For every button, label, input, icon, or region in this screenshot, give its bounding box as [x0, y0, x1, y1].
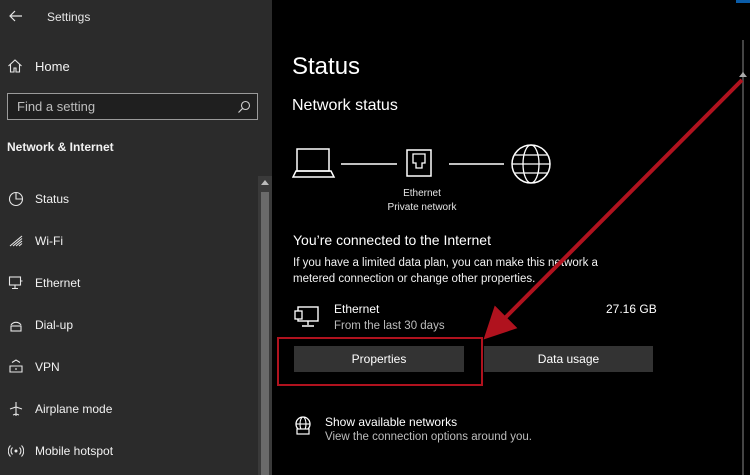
main-scrollbar[interactable]: [736, 0, 750, 475]
sidebar-item-status[interactable]: Status: [0, 178, 258, 220]
search-icon[interactable]: [237, 100, 251, 114]
sidebar-scrollbar[interactable]: [258, 176, 272, 475]
sidebar-item-vpn[interactable]: VPN: [0, 346, 258, 388]
usage-amount: 27.16 GB: [606, 302, 657, 316]
available-networks-description: View the connection options around you.: [325, 431, 532, 443]
title-bar: Settings: [0, 0, 272, 34]
properties-button[interactable]: Properties: [294, 346, 464, 372]
app-title: Settings: [47, 10, 91, 24]
sidebar-item-label: Dial-up: [35, 318, 74, 332]
scrollbar-track[interactable]: [742, 40, 744, 475]
show-available-networks-link[interactable]: Show available networks: [325, 415, 457, 429]
search-box[interactable]: [7, 93, 258, 120]
available-networks-icon: [295, 416, 311, 435]
sidebar-item-home[interactable]: Home: [0, 52, 258, 80]
status-icon: [7, 190, 25, 208]
sidebar-item-wifi[interactable]: Wi-Fi: [0, 220, 258, 262]
accent-bar: [736, 0, 750, 3]
wifi-icon: [7, 232, 25, 250]
usage-adapter-name: Ethernet: [334, 302, 380, 316]
adapter-name: Ethernet: [403, 188, 441, 199]
nav-list: Status Wi-Fi Ethernet Dial-up VPN Airpla…: [0, 178, 258, 472]
connected-title: You’re connected to the Internet: [293, 232, 491, 248]
back-arrow-icon: [9, 10, 22, 22]
home-icon: [8, 59, 22, 73]
page-title: Status: [292, 53, 361, 80]
sidebar: Settings Home Network & Internet Status …: [0, 0, 272, 475]
ethernet-icon: [7, 274, 25, 292]
connected-description: If you have a limited data plan, you can…: [293, 257, 598, 285]
globe-icon: [511, 144, 551, 184]
sidebar-item-label: Wi-Fi: [35, 234, 63, 248]
sidebar-item-label: VPN: [35, 360, 60, 374]
section-title: Network & Internet: [7, 140, 114, 154]
sidebar-item-airplane[interactable]: Airplane mode: [0, 388, 258, 430]
hotspot-icon: [7, 442, 25, 460]
search-input[interactable]: [8, 94, 257, 119]
back-button[interactable]: [6, 6, 26, 26]
scrollbar-thumb[interactable]: [261, 192, 269, 475]
dialup-icon: [7, 316, 25, 334]
home-label: Home: [35, 59, 70, 74]
main-pane: Status Network status Ethernet Private n…: [272, 0, 750, 475]
laptop-icon: [292, 148, 336, 178]
sidebar-item-label: Airplane mode: [35, 402, 113, 416]
airplane-icon: [7, 400, 25, 418]
scroll-up-icon[interactable]: [261, 180, 269, 185]
sidebar-item-ethernet[interactable]: Ethernet: [0, 262, 258, 304]
scroll-up-icon[interactable]: [739, 72, 747, 77]
sidebar-item-label: Ethernet: [35, 276, 81, 290]
sidebar-item-label: Mobile hotspot: [35, 444, 114, 458]
usage-period: From the last 30 days: [334, 320, 445, 332]
sidebar-item-label: Status: [35, 192, 70, 206]
vpn-icon: [7, 358, 25, 376]
network-type: Private network: [387, 202, 457, 213]
data-usage-button[interactable]: Data usage: [484, 346, 653, 372]
ethernet-adapter-icon: [294, 306, 319, 327]
sidebar-item-dialup[interactable]: Dial-up: [0, 304, 258, 346]
network-status-title: Network status: [292, 97, 398, 114]
sidebar-item-hotspot[interactable]: Mobile hotspot: [0, 430, 258, 472]
ethernet-port-icon: [406, 149, 432, 177]
